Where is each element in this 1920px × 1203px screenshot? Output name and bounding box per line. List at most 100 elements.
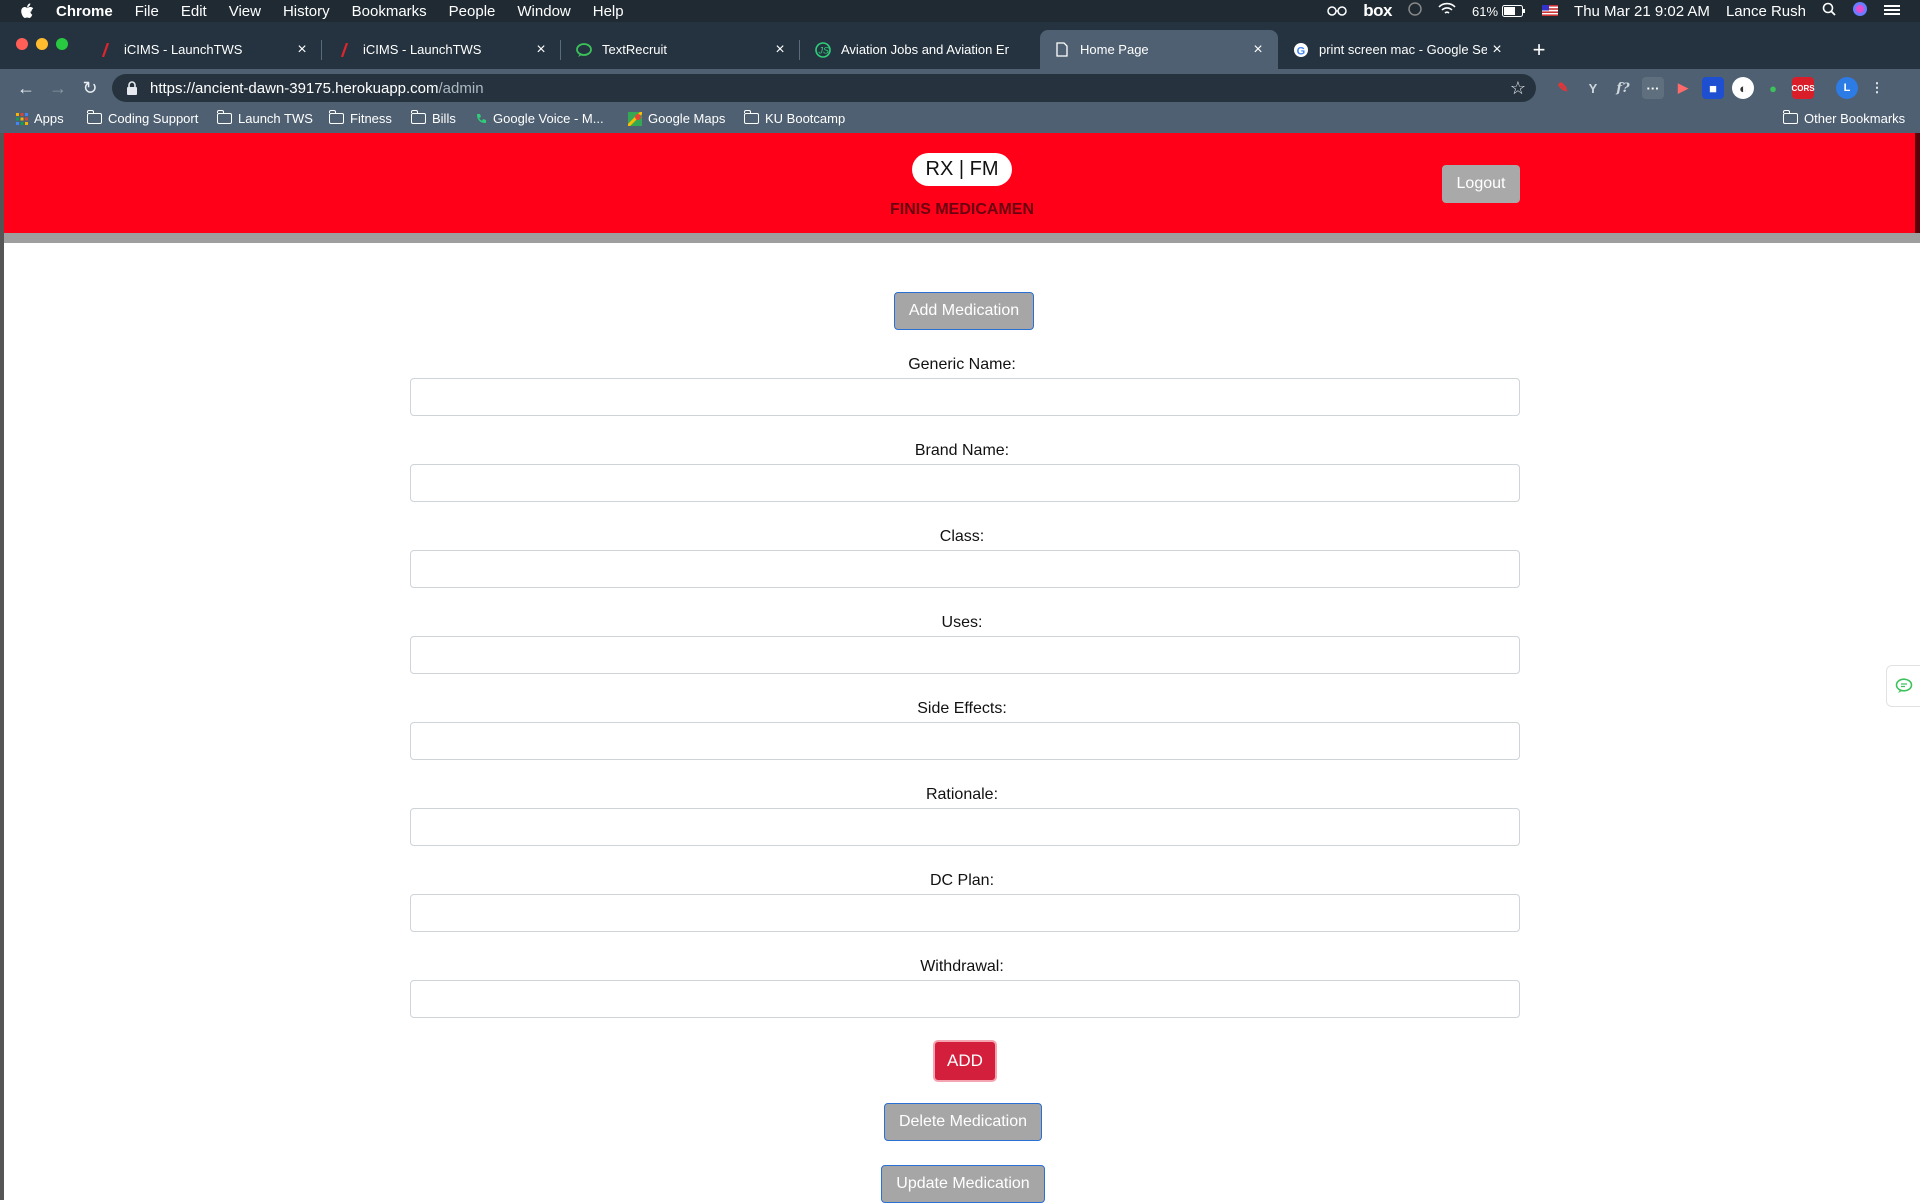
tab-close-icon[interactable]: × — [531, 41, 551, 59]
header-divider-band — [4, 233, 1920, 243]
bookmark-google-maps[interactable]: Google Maps — [628, 111, 725, 126]
menu-help[interactable]: Help — [593, 3, 624, 20]
tab-title: print screen mac - Google Sea — [1319, 42, 1487, 57]
logout-button[interactable]: Logout — [1442, 165, 1520, 203]
chat-icon — [576, 42, 592, 58]
battery-indicator[interactable]: 61% — [1472, 4, 1526, 19]
formula-extension-icon[interactable]: f? — [1612, 77, 1634, 99]
rationale-input[interactable] — [410, 808, 1520, 846]
address-bar[interactable]: https://ancient-dawn-39175.herokuapp.com… — [112, 74, 1536, 102]
tab-close-icon[interactable]: × — [292, 41, 312, 59]
menu-clock[interactable]: Thu Mar 21 9:02 AM — [1574, 3, 1710, 20]
uses-label: Uses: — [941, 614, 983, 631]
zoom-window-button[interactable] — [56, 38, 68, 50]
close-window-button[interactable] — [16, 38, 28, 50]
box-menu-icon[interactable]: box — [1363, 1, 1392, 21]
browser-tab[interactable]: JS Aviation Jobs and Aviation Emp — [801, 30, 1039, 69]
reload-icon[interactable]: ↻ — [78, 76, 102, 100]
site-header: RX | FM FINIS MEDICAMEN Logout — [4, 133, 1920, 243]
add-button[interactable]: ADD — [933, 1040, 997, 1082]
bookmark-folder-launch-tws[interactable]: Launch TWS — [216, 110, 313, 126]
ellipsis-extension-icon[interactable]: ··· — [1642, 77, 1664, 99]
bookmark-label: KU Bootcamp — [765, 111, 846, 126]
spotlight-search-icon[interactable] — [1822, 2, 1836, 20]
browser-tab[interactable]: iCIMS - LaunchTWS × — [84, 30, 322, 69]
generic-name-label: Generic Name: — [908, 356, 1016, 373]
bookmark-other-bookmarks[interactable]: Other Bookmarks — [1782, 110, 1905, 126]
status-circle-icon[interactable] — [1408, 2, 1422, 20]
browser-tab[interactable]: G print screen mac - Google Sea × — [1279, 30, 1517, 69]
page-icon — [1054, 42, 1070, 58]
browser-tab[interactable]: iCIMS - LaunchTWS × — [323, 30, 561, 69]
browser-toolbar: ← → ↻ https://ancient-dawn-39175.herokua… — [0, 69, 1920, 107]
bookmark-star-icon[interactable]: ☆ — [1510, 78, 1526, 99]
tab-close-icon[interactable]: × — [770, 41, 790, 59]
tab-close-icon[interactable]: × — [1487, 41, 1507, 59]
wifi-icon[interactable] — [1438, 2, 1456, 20]
tab-title: Aviation Jobs and Aviation Emp — [841, 42, 1009, 57]
bookmark-folder-ku-bootcamp[interactable]: KU Bootcamp — [743, 110, 846, 126]
feedback-chat-widget[interactable] — [1886, 665, 1920, 707]
square-extension-icon[interactable]: ■ — [1702, 77, 1724, 99]
icims-icon — [337, 42, 353, 58]
folder-icon — [1782, 110, 1798, 124]
class-input[interactable] — [410, 550, 1520, 588]
rationale-label: Rationale: — [925, 786, 999, 803]
add-medication-button[interactable]: Add Medication — [894, 292, 1034, 330]
circle-extension-icon[interactable]: ◐ — [1732, 77, 1754, 99]
new-tab-button[interactable]: + — [1526, 38, 1552, 64]
menu-people[interactable]: People — [449, 3, 496, 20]
delete-medication-button[interactable]: Delete Medication — [884, 1103, 1042, 1141]
cors-extension-icon[interactable]: CORS — [1791, 77, 1815, 99]
bookmark-folder-coding-support[interactable]: Coding Support — [86, 110, 198, 126]
bookmark-label: Google Voice - M... — [493, 111, 604, 126]
chrome-menu-icon[interactable]: ⋮ — [1866, 77, 1888, 99]
browser-tab-active[interactable]: Home Page × — [1040, 30, 1278, 69]
video-extension-icon[interactable]: ▶ — [1672, 77, 1694, 99]
folder-icon — [743, 110, 759, 124]
us-flag-icon[interactable] — [1542, 3, 1559, 20]
notification-center-icon[interactable] — [1884, 3, 1900, 20]
menu-view[interactable]: View — [229, 3, 261, 20]
menu-user[interactable]: Lance Rush — [1726, 3, 1806, 20]
uses-input[interactable] — [410, 636, 1520, 674]
bookmark-google-voice[interactable]: Google Voice - M... — [475, 111, 604, 126]
tab-close-icon[interactable]: × — [1248, 41, 1268, 59]
glasses-icon[interactable] — [1327, 3, 1348, 20]
svg-text:JS: JS — [818, 45, 830, 55]
update-medication-button[interactable]: Update Medication — [881, 1165, 1045, 1203]
tab-title: iCIMS - LaunchTWS — [124, 42, 243, 57]
map-pin-icon — [628, 111, 642, 126]
forward-arrow-icon[interactable]: → — [46, 76, 70, 100]
chat-extension-icon[interactable]: ● — [1762, 77, 1784, 99]
menu-window[interactable]: Window — [517, 3, 570, 20]
side-effects-input[interactable] — [410, 722, 1520, 760]
site-subtitle: FINIS MEDICAMEN — [890, 201, 1034, 218]
dc-plan-input[interactable] — [410, 894, 1520, 932]
back-arrow-icon[interactable]: ← — [14, 76, 38, 100]
bookmark-apps[interactable]: Apps — [16, 111, 64, 126]
page-scrollbar[interactable] — [1915, 133, 1920, 233]
folder-icon — [410, 110, 426, 124]
extensions-area: ✎ Y f? ··· ▶ ■ ◐ ● CORS L ⋮ — [1552, 77, 1888, 99]
minimize-window-button[interactable] — [36, 38, 48, 50]
bookmark-folder-bills[interactable]: Bills — [410, 110, 456, 126]
profile-avatar-icon[interactable]: L — [1836, 77, 1858, 99]
apple-icon[interactable] — [20, 3, 42, 19]
menu-app-name[interactable]: Chrome — [56, 3, 113, 20]
web-page: RX | FM FINIS MEDICAMEN Logout Add Medic… — [0, 133, 1920, 1203]
menu-history[interactable]: History — [283, 3, 330, 20]
menu-file[interactable]: File — [135, 3, 159, 20]
bookmark-folder-fitness[interactable]: Fitness — [328, 110, 392, 126]
pen-extension-icon[interactable]: ✎ — [1552, 77, 1574, 99]
menu-edit[interactable]: Edit — [181, 3, 207, 20]
brand-name-input[interactable] — [410, 464, 1520, 502]
menu-bookmarks[interactable]: Bookmarks — [352, 3, 427, 20]
siri-icon[interactable] — [1852, 1, 1868, 21]
browser-tab[interactable]: TextRecruit × — [562, 30, 800, 69]
site-logo[interactable]: RX | FM — [912, 153, 1012, 186]
withdrawal-input[interactable] — [410, 980, 1520, 1018]
y-extension-icon[interactable]: Y — [1582, 77, 1604, 99]
bookmark-label: Fitness — [350, 111, 392, 126]
generic-name-input[interactable] — [410, 378, 1520, 416]
